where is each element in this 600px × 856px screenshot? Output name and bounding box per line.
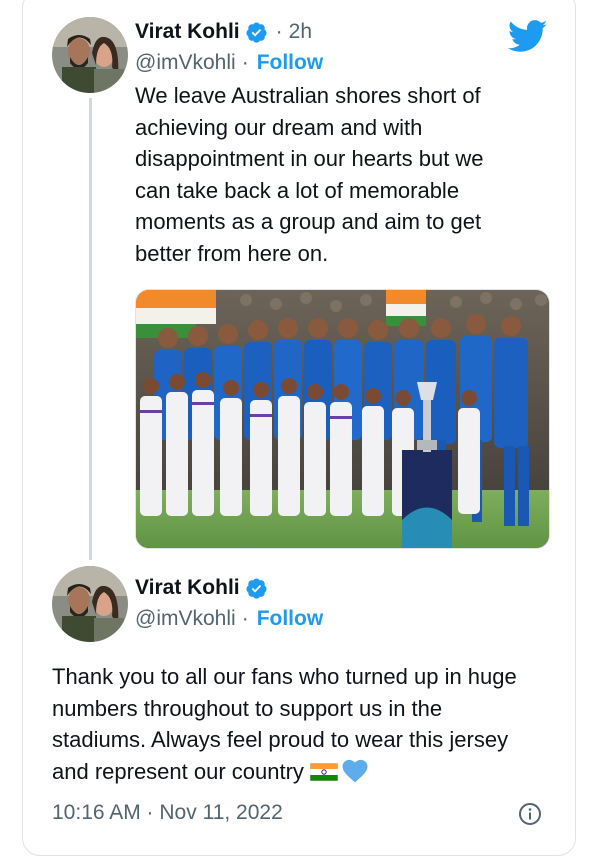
text-line: and represent our country (52, 758, 304, 784)
tweet1-handle-row: @imVkohli · Follow (135, 51, 323, 75)
avatar-photo (52, 566, 128, 642)
tweet1-header: Virat Kohli · 2h (135, 20, 312, 44)
india-flag-icon (309, 762, 338, 781)
avatar[interactable] (52, 17, 128, 93)
text-line: Thank you to all our fans who turned up … (52, 664, 517, 689)
info-icon[interactable] (518, 802, 542, 826)
text-line: We leave Australian shores short of (135, 83, 481, 108)
avatar[interactable] (52, 566, 128, 642)
tweet2-header: Virat Kohli (135, 576, 268, 600)
text-line: numbers throughout to support us in the (52, 695, 443, 721)
tweet-timestamp[interactable]: 10:16 AM · Nov 11, 2022 (52, 801, 283, 825)
tweet-time[interactable]: 2h (289, 20, 312, 44)
text-line: achieving our dream and with (135, 114, 423, 140)
thread-line (89, 98, 92, 560)
twitter-bird-icon[interactable] (508, 20, 548, 53)
text-line: better from here on. (135, 240, 329, 266)
follow-button[interactable]: Follow (257, 51, 324, 75)
tweet1-text: We leave Australian shores short of achi… (135, 80, 484, 269)
separator: · (241, 51, 249, 74)
tweet2-handle-row: @imVkohli · Follow (135, 607, 323, 631)
author-handle[interactable]: @imVkohli (135, 607, 236, 631)
separator: · (275, 20, 283, 43)
text-line: stadiums. Always feel proud to wear this… (52, 727, 509, 752)
author-handle[interactable]: @imVkohli (135, 51, 236, 75)
author-name[interactable]: Virat Kohli (135, 20, 240, 44)
author-name[interactable]: Virat Kohli (135, 576, 240, 600)
separator: · (241, 607, 249, 630)
verified-badge-icon (246, 21, 267, 43)
text-line: can take back a lot of memorable (135, 177, 460, 203)
text-line: moments as a group and aim to get (135, 209, 482, 234)
text-line-with-emoji: and represent our country (52, 756, 517, 788)
team-photo (136, 290, 549, 548)
blue-heart-icon (342, 759, 368, 782)
tweet2-text: Thank you to all our fans who turned up … (52, 661, 517, 787)
follow-button[interactable]: Follow (257, 607, 324, 631)
verified-badge-icon (246, 577, 267, 599)
avatar-photo (52, 17, 128, 93)
text-line: disappointment in our hearts but we (135, 146, 484, 171)
tweet-media-image[interactable] (135, 289, 550, 549)
